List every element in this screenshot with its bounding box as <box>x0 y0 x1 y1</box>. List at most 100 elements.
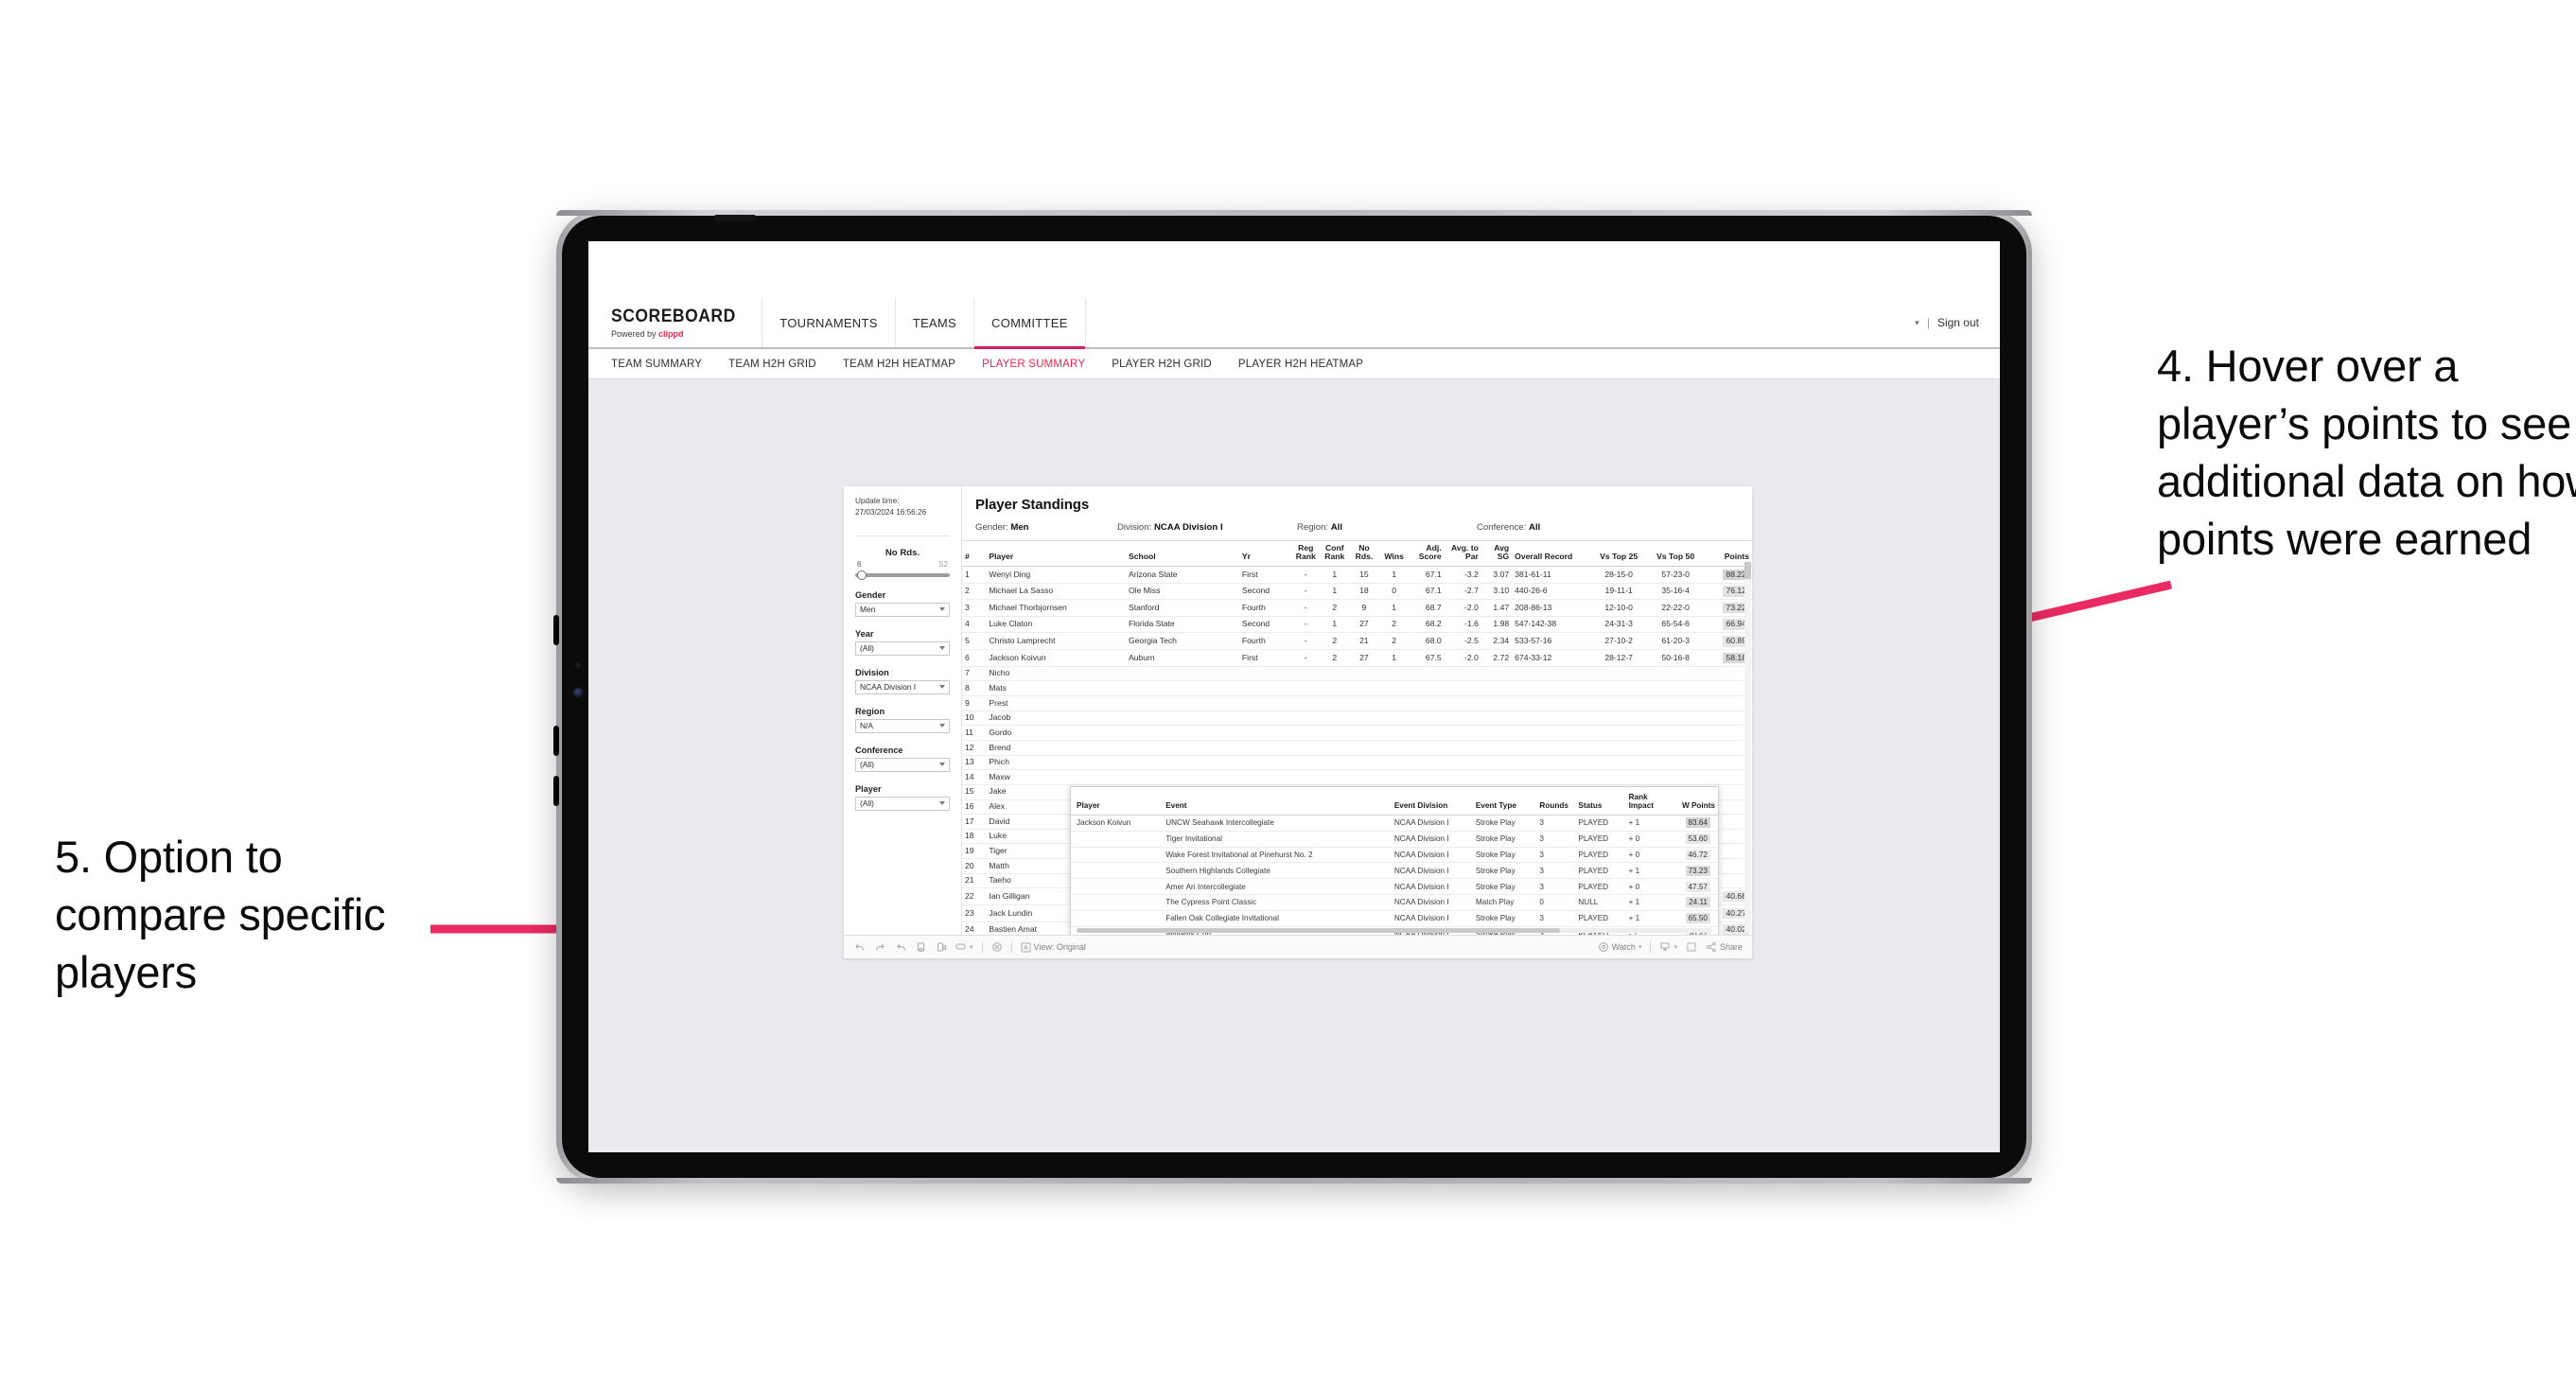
column-header-overall-record[interactable]: Overall Record <box>1512 541 1591 567</box>
column-header-[interactable]: # <box>962 541 987 567</box>
volume-up-button[interactable] <box>553 615 559 645</box>
cell-yr <box>1238 666 1292 682</box>
standings-scroll-thumb[interactable] <box>1744 562 1751 579</box>
cell-player: Michael La Sasso <box>986 583 1126 601</box>
cell-adj <box>1409 711 1445 727</box>
cell-t50 <box>1647 725 1705 741</box>
annotation-text-right: 4. Hover over a player’s points to see a… <box>2157 341 2576 565</box>
table-row[interactable]: 9 Prest <box>962 695 1752 711</box>
volume-down-button[interactable] <box>553 726 559 756</box>
tooltip-cell-player <box>1071 878 1161 896</box>
fullscreen-icon[interactable] <box>1686 941 1697 953</box>
cell-rank: 7 <box>962 666 987 682</box>
table-row[interactable]: 1 Wenyi Ding Arizona State First -1 15 1 67.1 -3… <box>962 566 1752 584</box>
filter-conference-select[interactable]: (All) <box>855 757 950 772</box>
sign-out-link[interactable]: Sign out <box>1937 316 1979 329</box>
cell-rank: 6 <box>962 649 987 667</box>
table-row[interactable]: 14 Maxw <box>962 769 1752 785</box>
cell-par: -1.6 <box>1444 616 1481 634</box>
standings-vertical-scrollbar[interactable] <box>1744 562 1751 933</box>
watch-button[interactable]: Watch ▾ <box>1598 941 1641 953</box>
user-menu-chevron-icon[interactable]: ▾ <box>1915 318 1919 328</box>
revert-icon[interactable] <box>895 941 907 953</box>
table-row[interactable]: 8 Mats <box>962 680 1752 697</box>
subnav-item-player-h2h-heatmap[interactable]: PLAYER H2H HEATMAP <box>1238 359 1363 370</box>
filter-year-select[interactable]: (All) <box>855 640 950 656</box>
no-rounds-slider[interactable]: No Rds. 6 52 <box>855 548 950 580</box>
pause-updates-icon[interactable] <box>936 941 947 953</box>
cell-wins <box>1378 755 1410 771</box>
nav-item-teams[interactable]: TEAMS <box>896 298 974 347</box>
tooltip-cell-rounds: 3 <box>1533 878 1573 896</box>
cell-t50: 61-20-3 <box>1647 632 1705 651</box>
cell-conf: 1 <box>1320 566 1350 584</box>
cell-sg: 3.10 <box>1481 583 1513 601</box>
cell-record: 208-86-13 <box>1512 599 1591 617</box>
table-row[interactable]: 6 Jackson Koivun Auburn First -2 27 1 67.5 -2.0 2… <box>962 649 1752 667</box>
standings-table-wrapper[interactable]: # Player School Yr Reg Rank Conf Rank No Rds. W… <box>962 541 1752 935</box>
subnav-item-team-summary[interactable]: TEAM SUMMARY <box>611 359 702 370</box>
subnav-item-player-h2h-grid[interactable]: PLAYER H2H GRID <box>1112 359 1212 370</box>
undo-icon[interactable] <box>853 941 866 953</box>
refresh-data-icon[interactable] <box>916 941 927 953</box>
cell-yr <box>1238 740 1292 756</box>
tooltip-horizontal-scrollbar[interactable] <box>1077 928 1712 933</box>
column-header-player[interactable]: Player <box>986 541 1126 567</box>
column-header-school[interactable]: School <box>1125 541 1239 567</box>
nav-item-committee[interactable]: COMMITTEE <box>974 298 1086 349</box>
column-header-no-rds[interactable]: No Rds. <box>1349 541 1379 567</box>
table-row[interactable]: 3 Michael Thorbjornsen Stanford Fourth -2 9 1 6… <box>962 599 1752 617</box>
filter-player-select[interactable]: (All) <box>855 796 950 811</box>
column-header-vs-top-50[interactable]: Vs Top 50 <box>1647 541 1705 567</box>
slider-track[interactable] <box>855 570 950 580</box>
cell-rds: 21 <box>1349 632 1379 651</box>
column-header-wins[interactable]: Wins <box>1378 541 1410 567</box>
filter-gender-select[interactable]: Men <box>855 602 950 617</box>
subnav-item-team-h2h-grid[interactable]: TEAM H2H GRID <box>728 359 816 370</box>
cell-t50 <box>1647 711 1705 727</box>
column-header-vs-top-25[interactable]: Vs Top 25 <box>1590 541 1648 567</box>
column-header-conf-rank[interactable]: Conf Rank <box>1320 541 1350 567</box>
table-row[interactable]: 7 Nicho <box>962 666 1752 682</box>
cell-wins: 2 <box>1378 616 1410 634</box>
table-row[interactable]: 11 Gordo <box>962 725 1752 741</box>
view-original-button[interactable]: View: Original <box>1021 942 1086 953</box>
brand-logo[interactable]: SCOREBOARD Powered by clippd <box>588 298 763 347</box>
clear-icon[interactable] <box>991 941 1003 953</box>
column-header-reg-rank[interactable]: Reg Rank <box>1291 541 1321 567</box>
filter-region-select[interactable]: N/A <box>855 718 950 733</box>
column-header-adj-score[interactable]: Adj. Score <box>1409 541 1445 567</box>
subnav-item-team-h2h-heatmap[interactable]: TEAM H2H HEATMAP <box>843 359 955 370</box>
slider-handle[interactable] <box>857 570 867 580</box>
microphone-hole <box>575 662 581 668</box>
cell-rank: 17 <box>962 814 987 830</box>
cell-sg <box>1481 666 1513 682</box>
column-header-avg-sg[interactable]: Avg SG <box>1481 541 1513 567</box>
tooltip-cell-player: Jackson Koivun <box>1071 815 1161 832</box>
table-row[interactable]: 5 Christo Lamprecht Georgia Tech Fourth -2 21… <box>962 632 1752 651</box>
cell-conf <box>1320 695 1350 711</box>
table-row[interactable]: 2 Michael La Sasso Ole Miss Second -1 18 0 67.1… <box>962 583 1752 601</box>
table-row[interactable]: 10 Jacob <box>962 711 1752 727</box>
redo-icon[interactable] <box>874 941 886 953</box>
tooltip-scroll-thumb[interactable] <box>1077 928 1560 933</box>
table-row[interactable]: 13 Phich <box>962 755 1752 771</box>
download-icon[interactable]: ▾ <box>1659 941 1677 953</box>
share-button[interactable]: Share <box>1706 941 1743 953</box>
power-button[interactable] <box>553 776 559 806</box>
nav-item-tournaments[interactable]: TOURNAMENTS <box>762 298 896 347</box>
tooltip-cell-event: Fallen Oak Collegiate Invitational <box>1160 910 1389 927</box>
cell-reg: - <box>1291 649 1321 667</box>
tooltip-column-rounds: Rounds <box>1533 787 1573 816</box>
cell-school: Georgia Tech <box>1125 632 1239 651</box>
device-layout-icon[interactable]: ▾ <box>955 942 973 952</box>
filter-division-select[interactable]: NCAA Division I <box>855 679 950 694</box>
column-header-yr[interactable]: Yr <box>1238 541 1292 567</box>
tooltip-cell-type: Stroke Play <box>1469 878 1534 896</box>
table-row[interactable]: 4 Luke Claton Florida State Second -1 27 2 68.2… <box>962 616 1752 634</box>
cell-adj: 67.1 <box>1409 566 1445 584</box>
tooltip-cell-player <box>1071 862 1161 880</box>
column-header-avg-to-par[interactable]: Avg. to Par <box>1444 541 1481 567</box>
table-row[interactable]: 12 Brend <box>962 740 1752 756</box>
subnav-item-player-summary[interactable]: PLAYER SUMMARY <box>982 359 1085 370</box>
